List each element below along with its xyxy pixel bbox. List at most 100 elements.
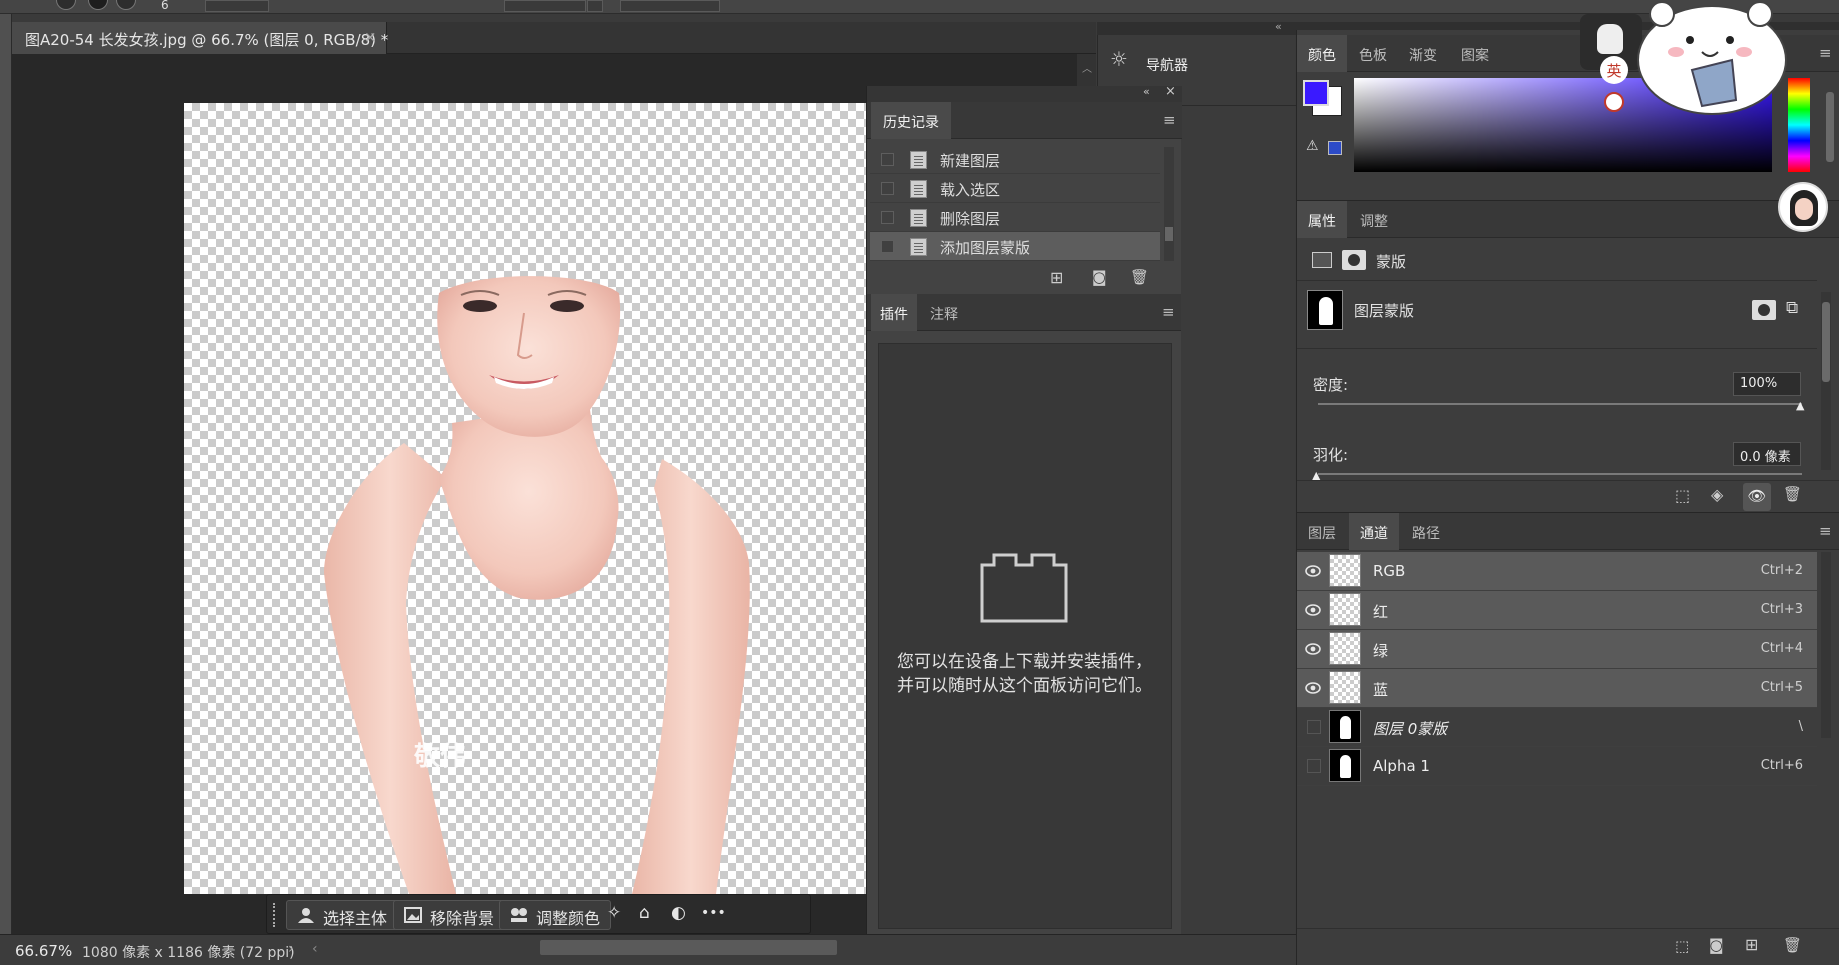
- contrast-icon[interactable]: ◐: [671, 903, 693, 923]
- history-item[interactable]: 新建图层: [870, 145, 1160, 174]
- brush-add-icon[interactable]: [88, 0, 108, 10]
- horizontal-scrollbar-thumb[interactable]: [540, 940, 837, 955]
- brush-subtract-icon[interactable]: [116, 0, 136, 10]
- collapse-panel-icon[interactable]: «: [1143, 85, 1150, 98]
- image-canvas[interactable]: 敬伟: [184, 103, 866, 894]
- apply-mask-icon[interactable]: ◈: [1711, 485, 1723, 504]
- new-document-from-state-icon[interactable]: ⊞: [1050, 268, 1063, 287]
- color-menu-icon[interactable]: ≡: [1819, 44, 1832, 62]
- visibility-eye-icon[interactable]: [1305, 643, 1321, 655]
- navigator-label[interactable]: 导航器: [1146, 55, 1188, 75]
- select-and-mask-button[interactable]: [620, 0, 720, 12]
- web-safe-swatch[interactable]: [1328, 141, 1342, 155]
- brush-mode-icon[interactable]: [56, 0, 76, 10]
- drag-handle-icon[interactable]: [273, 903, 277, 927]
- scroll-left-arrow[interactable]: ‹: [312, 941, 318, 957]
- size-field[interactable]: [205, 0, 269, 12]
- history-snapshot-checkbox[interactable]: [881, 240, 894, 253]
- new-channel-icon[interactable]: ⊞: [1745, 935, 1758, 954]
- feather-field[interactable]: 0.0 像素: [1733, 442, 1801, 466]
- channels-menu-icon[interactable]: ≡: [1819, 522, 1832, 540]
- visibility-toggle-box[interactable]: [1307, 720, 1321, 734]
- channel-shortcut: Ctrl+4: [1760, 641, 1803, 656]
- camera-icon[interactable]: ◙: [1092, 268, 1107, 286]
- magic-wand-icon[interactable]: ✧: [607, 903, 629, 923]
- navigator-icon[interactable]: ☼: [1110, 47, 1128, 71]
- history-item-selected[interactable]: 添加图层蒙版: [870, 232, 1160, 261]
- channel-shortcut: Ctrl+2: [1760, 563, 1803, 578]
- tab-plugins[interactable]: 插件: [871, 294, 917, 331]
- plugins-menu-icon[interactable]: ≡: [1162, 303, 1175, 321]
- channel-row[interactable]: Alpha 1 Ctrl+6: [1297, 747, 1817, 786]
- enhance-edge-checkbox[interactable]: [405, 0, 495, 12]
- select-subject-button[interactable]: [504, 0, 586, 12]
- tab-swatches[interactable]: 色板: [1349, 35, 1397, 72]
- close-panel-icon[interactable]: ×: [1165, 84, 1176, 99]
- document-tab[interactable]: 图A20-54 长发女孩.jpg @ 66.7% (图层 0, RGB/8) *…: [12, 22, 388, 54]
- sample-all-layers-checkbox[interactable]: [282, 0, 392, 12]
- history-snapshot-checkbox[interactable]: [881, 211, 894, 224]
- avatar[interactable]: [1778, 182, 1828, 232]
- tab-properties[interactable]: 属性: [1297, 201, 1347, 238]
- tab-color[interactable]: 颜色: [1297, 35, 1347, 72]
- visibility-eye-icon[interactable]: [1305, 565, 1321, 577]
- load-selection-icon[interactable]: ⬚: [1675, 486, 1690, 505]
- visibility-toggle-box[interactable]: [1307, 759, 1321, 773]
- trash-icon[interactable]: 🗑: [1130, 268, 1149, 286]
- more-options-icon[interactable]: •••: [701, 905, 726, 925]
- microphone-icon[interactable]: [1597, 24, 1623, 54]
- tab-paths[interactable]: 路径: [1401, 513, 1451, 550]
- tab-patterns[interactable]: 图案: [1451, 35, 1499, 72]
- channel-row[interactable]: RGB Ctrl+2: [1297, 552, 1817, 591]
- select-subject-dropdown[interactable]: [587, 0, 603, 12]
- mask-thumbnail[interactable]: [1307, 290, 1343, 330]
- properties-scrollbar[interactable]: [1821, 292, 1831, 470]
- gamut-warning-icon[interactable]: ⚠: [1306, 138, 1319, 154]
- load-channel-selection-icon[interactable]: ⬚: [1675, 937, 1689, 955]
- tab-adjustments[interactable]: 调整: [1349, 201, 1399, 238]
- visibility-eye-icon[interactable]: [1305, 604, 1321, 616]
- ime-language-label[interactable]: 英: [1600, 56, 1628, 84]
- adjust-color-button[interactable]: 调整颜色: [499, 900, 612, 930]
- add-vector-mask-icon[interactable]: ⧉: [1786, 298, 1798, 318]
- tab-gradients[interactable]: 渐变: [1399, 35, 1447, 72]
- visibility-eye-icon[interactable]: [1305, 682, 1321, 694]
- channels-scrollbar[interactable]: [1821, 552, 1831, 738]
- history-item[interactable]: 删除图层: [870, 203, 1160, 232]
- density-field[interactable]: 100%: [1733, 372, 1801, 396]
- color-scrollbar[interactable]: [1826, 92, 1834, 162]
- status-menu-arrow[interactable]: ›: [288, 941, 294, 957]
- tab-channels[interactable]: 通道: [1349, 513, 1399, 550]
- select-subject-task-button[interactable]: 选择主体: [286, 900, 399, 930]
- channel-row[interactable]: 绿 Ctrl+4: [1297, 630, 1817, 669]
- channel-name: 图层 0蒙版: [1373, 720, 1448, 738]
- pixel-mask-icon[interactable]: [1312, 252, 1332, 268]
- channel-row[interactable]: 蓝 Ctrl+5: [1297, 669, 1817, 708]
- foreground-color-swatch[interactable]: [1303, 80, 1329, 106]
- delete-mask-icon[interactable]: 🗑: [1783, 485, 1802, 503]
- app-badge-icon[interactable]: [1604, 92, 1624, 112]
- layer-mask-type-icon[interactable]: [1342, 250, 1366, 270]
- channel-row[interactable]: 红 Ctrl+3: [1297, 591, 1817, 630]
- history-menu-icon[interactable]: ≡: [1163, 111, 1176, 129]
- tab-notes[interactable]: 注释: [919, 294, 969, 331]
- tab-layers[interactable]: 图层: [1297, 513, 1347, 550]
- tool-rail[interactable]: [0, 14, 12, 965]
- history-scrollbar[interactable]: [1164, 147, 1174, 261]
- close-tab-icon[interactable]: ×: [364, 28, 377, 46]
- toggle-mask-visibility-icon[interactable]: 👁: [1743, 483, 1771, 511]
- save-selection-channel-icon[interactable]: ◙: [1709, 936, 1724, 954]
- select-mask-icon[interactable]: [1752, 300, 1776, 320]
- density-slider-track[interactable]: [1318, 403, 1802, 405]
- channel-row[interactable]: 图层 0蒙版 \: [1297, 708, 1817, 747]
- transform-icon[interactable]: ⌂: [639, 903, 661, 923]
- history-snapshot-checkbox[interactable]: [881, 153, 894, 166]
- history-snapshot-checkbox[interactable]: [881, 182, 894, 195]
- remove-background-button[interactable]: 移除背景: [393, 900, 506, 930]
- feather-slider-track[interactable]: [1318, 473, 1802, 475]
- history-item[interactable]: 载入选区: [870, 174, 1160, 203]
- delete-channel-icon[interactable]: 🗑: [1783, 936, 1802, 954]
- zoom-level[interactable]: 66.67%: [15, 942, 72, 960]
- tab-history[interactable]: 历史记录: [871, 102, 951, 139]
- density-slider-thumb[interactable]: ▲: [1796, 399, 1804, 412]
